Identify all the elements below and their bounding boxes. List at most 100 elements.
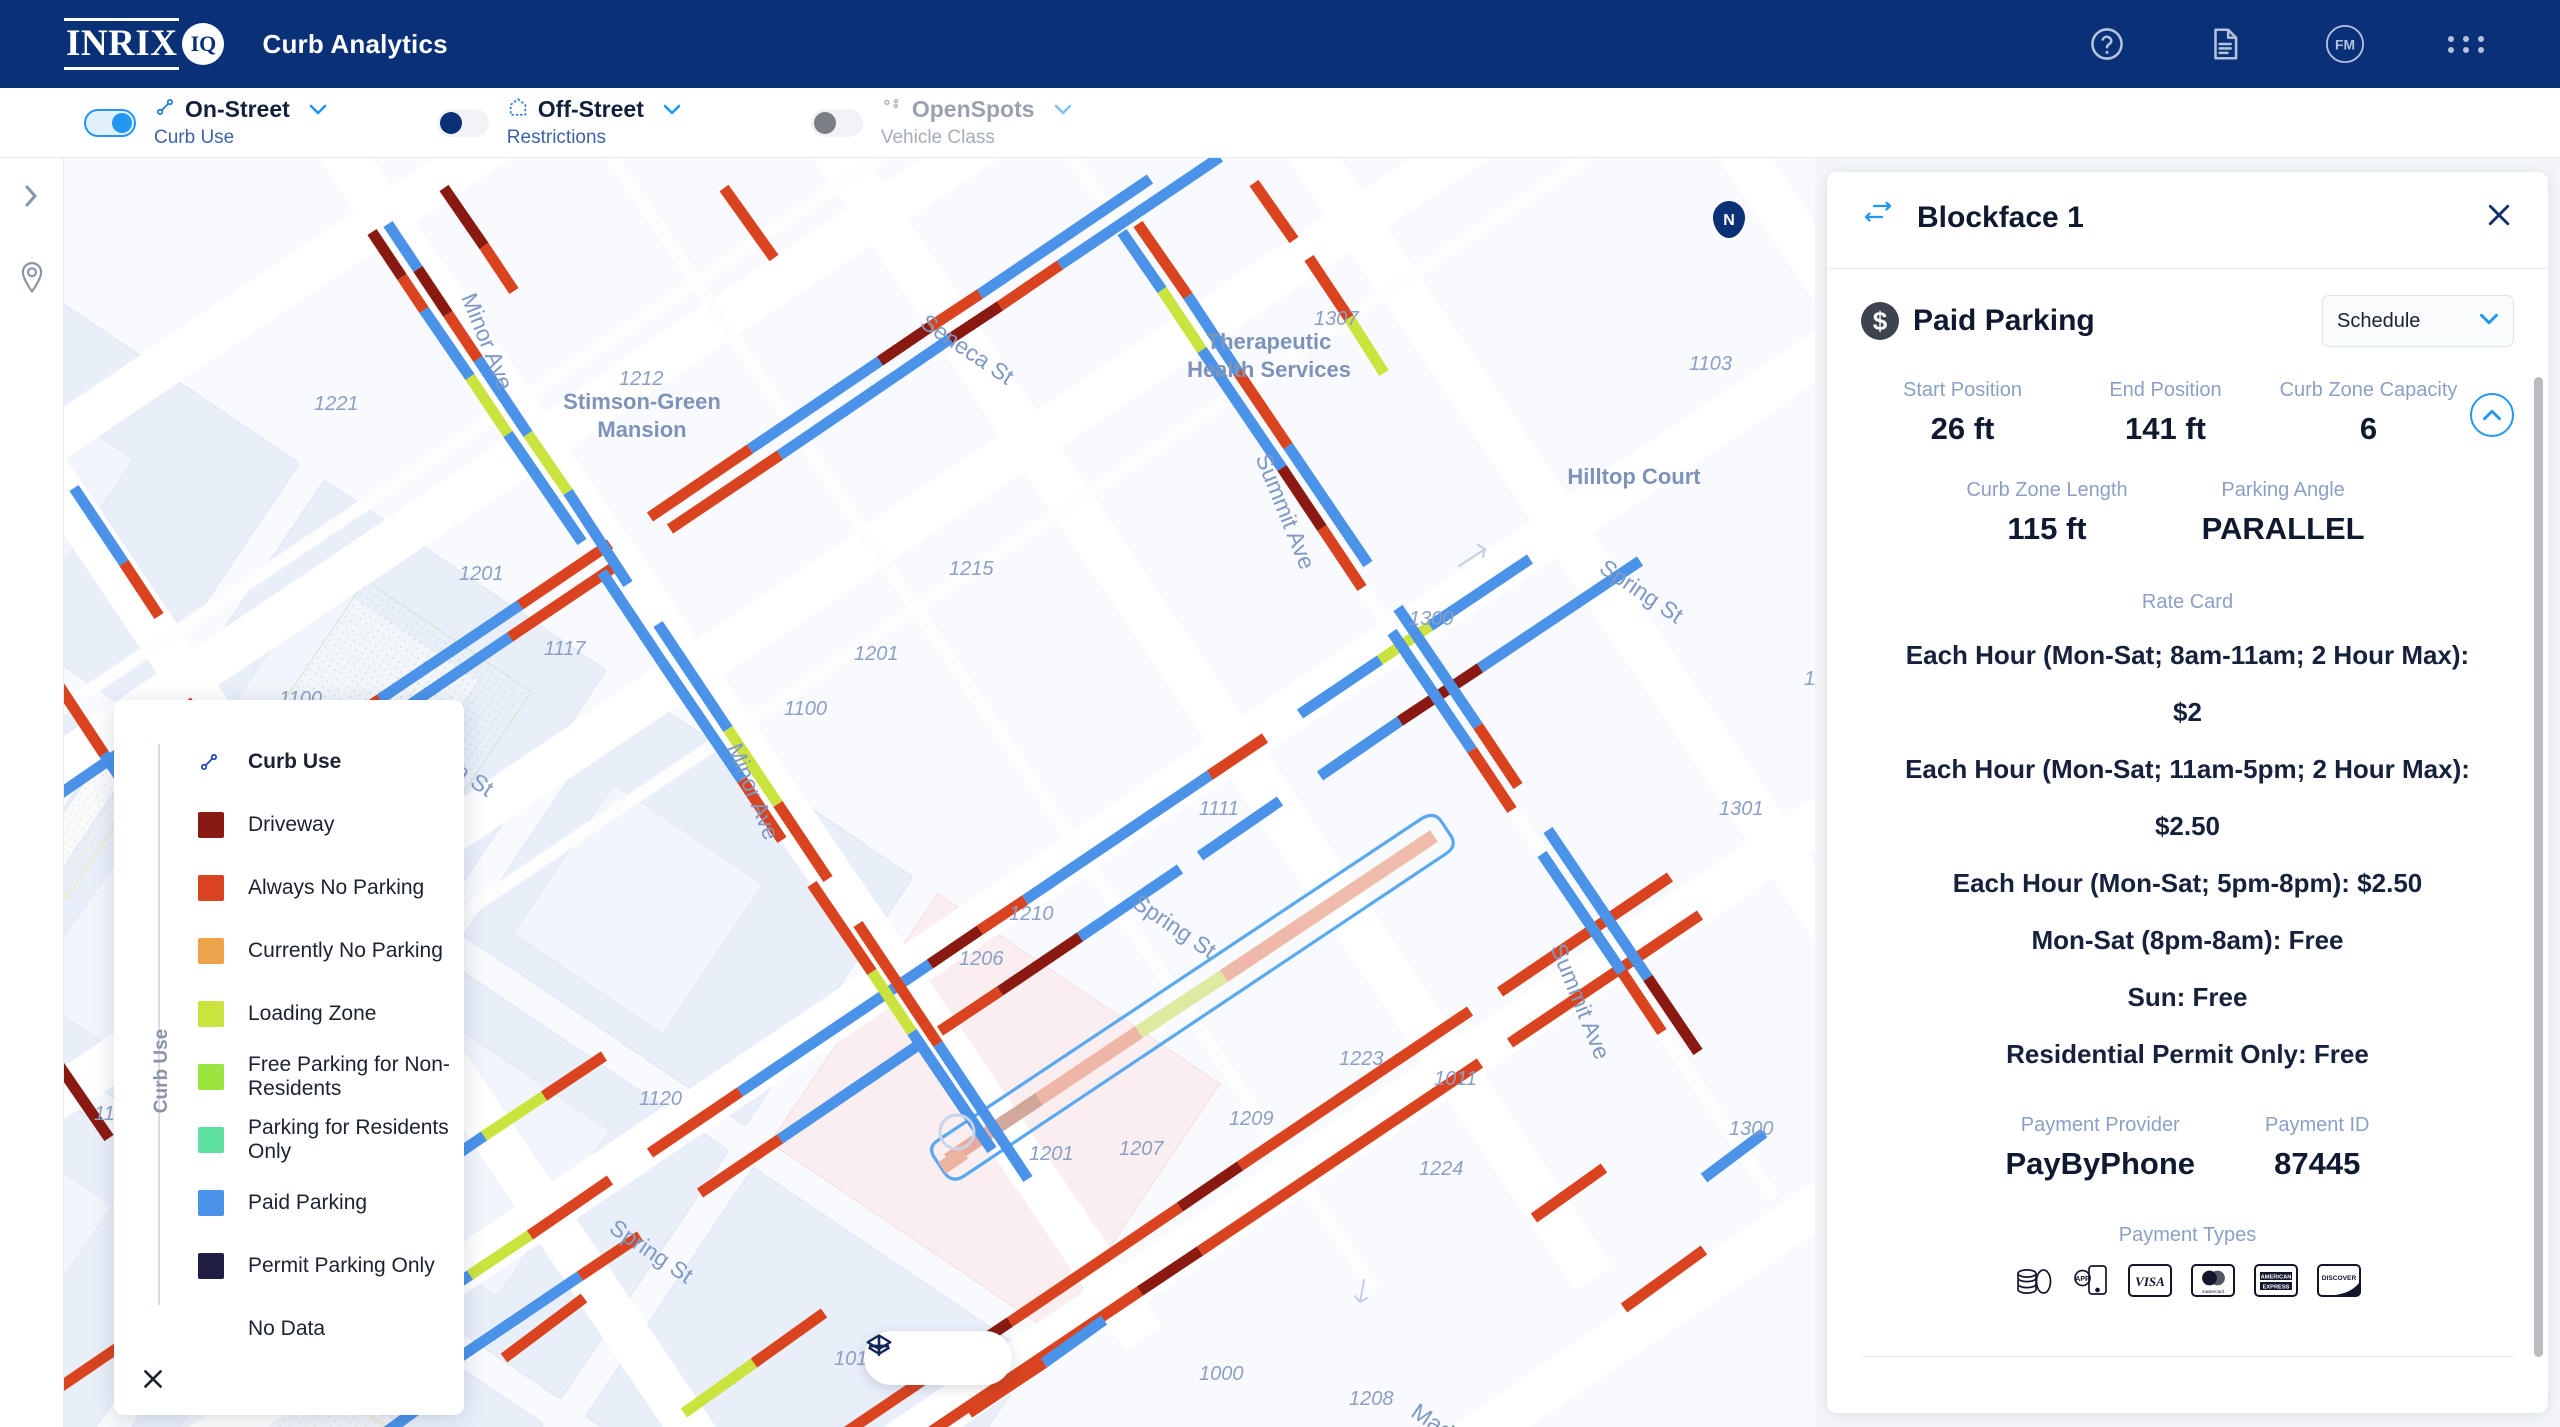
- svg-text:APP: APP: [2075, 1276, 2090, 1283]
- on-street-title: On-Street: [185, 96, 290, 122]
- mastercard-icon: mastercard: [2191, 1263, 2235, 1297]
- payment-info: Payment Provider PayByPhone Payment ID 8…: [1861, 1114, 2514, 1182]
- payment-types-label: Payment Types: [2118, 1224, 2257, 1246]
- panel-title: Blockface 1: [1917, 200, 2084, 234]
- legend-item[interactable]: Permit Parking Only: [178, 1234, 464, 1297]
- discover-icon: DISCOVER: [2317, 1263, 2361, 1297]
- legend-item[interactable]: No Data: [178, 1297, 464, 1360]
- legend-item[interactable]: Paid Parking: [178, 1171, 464, 1234]
- brand-iq-badge: IQ: [182, 23, 225, 65]
- stat-value: 141 ft: [2125, 411, 2206, 446]
- legend-item[interactable]: Free Parking for Non-Residents: [178, 1045, 464, 1108]
- panel-close-icon[interactable]: [2484, 200, 2514, 235]
- stat-label: Curb Zone Capacity: [2279, 379, 2458, 401]
- document-icon[interactable]: [2206, 25, 2244, 63]
- user-avatar-icon[interactable]: FM: [2324, 23, 2366, 65]
- stat-curb-zone-length: Curb Zone Length 115 ft: [1966, 479, 2127, 547]
- legend-item-label: Driveway: [248, 812, 335, 836]
- openspots-title: OpenSpots: [911, 96, 1035, 122]
- stat-start-position: Start Position 26 ft: [1861, 379, 2064, 447]
- legend-item[interactable]: Parking for Residents Only: [178, 1108, 464, 1171]
- stat-value: 115 ft: [2007, 511, 2087, 546]
- stat-value: 6: [2359, 411, 2378, 446]
- rate-card-line: Each Hour (Mon-Sat; 11am-5pm; 2 Hour Max…: [1905, 754, 2470, 784]
- openspots-chevron-down-icon[interactable]: [1054, 103, 1072, 121]
- top-header: INRIX IQ Curb Analytics FM: [0, 0, 2560, 88]
- off-street-chevron-down-icon[interactable]: [663, 103, 681, 121]
- legend-item[interactable]: Loading Zone: [178, 982, 464, 1045]
- stat-value: 87445: [2274, 1146, 2361, 1181]
- off-street-toggle[interactable]: [436, 108, 489, 137]
- toolbar-group-openspots: OpenSpots Vehicle Class: [810, 96, 1072, 149]
- legend-item-label: Currently No Parking: [248, 938, 443, 962]
- on-street-subtitle: Curb Use: [154, 127, 235, 148]
- svg-text:FM: FM: [2335, 37, 2355, 53]
- stat-value: PARALLEL: [2201, 511, 2365, 546]
- legend-header-row: Curb Use: [178, 730, 464, 793]
- legend-item-label: Free Parking for Non-Residents: [248, 1052, 450, 1100]
- openspots-subtitle: Vehicle Class: [880, 127, 995, 148]
- panel-body: $ Paid Parking Schedule Start Position 2…: [1827, 268, 2548, 1413]
- legend-item-label: Parking for Residents Only: [248, 1115, 449, 1163]
- openspots-icon: [881, 96, 903, 123]
- dollar-badge-icon: $: [1861, 302, 1899, 340]
- rate-card-line: Each Hour (Mon-Sat; 5pm-8pm): $2.50: [1952, 868, 2423, 898]
- stat-label: Payment Provider: [2020, 1114, 2180, 1136]
- payment-type-icon-row: APP VISA mastercard AMERICAN EXPRESS DIS…: [1861, 1263, 2514, 1297]
- brand-logo[interactable]: INRIX IQ: [64, 18, 225, 70]
- openspots-toggle[interactable]: [810, 108, 863, 137]
- legend-close-icon[interactable]: [140, 1366, 166, 1397]
- legend-item-label: Permit Parking Only: [248, 1253, 435, 1277]
- section-title: Paid Parking: [1913, 304, 2095, 337]
- app-grid-icon[interactable]: [2446, 30, 2486, 58]
- stat-label: End Position: [2109, 379, 2222, 401]
- rate-card: Rate Card Each Hour (Mon-Sat; 8am-11am; …: [1861, 591, 2514, 1070]
- svg-text:EXPRESS: EXPRESS: [2263, 1284, 2290, 1290]
- stats-row-secondary: Curb Zone Length 115 ft Parking Angle PA…: [1861, 479, 2514, 547]
- on-street-chevron-down-icon[interactable]: [309, 103, 327, 121]
- rail-expand-button[interactable]: [0, 166, 64, 226]
- legend-item[interactable]: Currently No Parking: [178, 919, 464, 982]
- legend-item-label: Paid Parking: [248, 1190, 368, 1214]
- legend-color-swatch: [198, 1252, 224, 1279]
- legend-item-label: No Data: [248, 1316, 326, 1340]
- legend-axis: Curb Use: [114, 726, 178, 1415]
- stats-row-primary: Start Position 26 ft End Position 141 ft…: [1861, 379, 2514, 447]
- legend-color-swatch: [198, 1000, 224, 1027]
- help-icon[interactable]: [2088, 25, 2126, 63]
- bidirectional-arrows-icon: [1861, 201, 1895, 233]
- mobile-app-icon: APP: [2073, 1263, 2109, 1297]
- map-pin-icon[interactable]: [0, 248, 64, 308]
- collapse-section-button[interactable]: [2470, 393, 2514, 437]
- svg-text:DISCOVER: DISCOVER: [2322, 1275, 2357, 1282]
- rate-card-line: Sun: Free: [2127, 982, 2248, 1012]
- stat-label: Payment ID: [2265, 1114, 2370, 1136]
- panel-scrollbar[interactable]: [2534, 377, 2543, 1357]
- legend-color-swatch: [198, 1189, 224, 1216]
- svg-text:N: N: [1723, 212, 1735, 229]
- stat-end-position: End Position 141 ft: [2064, 379, 2267, 447]
- map-zoom-controls: [864, 1331, 1012, 1385]
- payment-types: Payment Types APP VISA mastercard AMERIC…: [1861, 1224, 2514, 1297]
- toolbar-group-on-street: On-Street Curb Use: [84, 96, 327, 149]
- stat-label: Curb Zone Length: [1966, 479, 2128, 501]
- chevron-down-icon: [2479, 312, 2499, 331]
- rate-card-line: Each Hour (Mon-Sat; 8am-11am; 2 Hour Max…: [1905, 640, 2470, 670]
- legend-color-swatch: [198, 937, 224, 964]
- legend-item[interactable]: Driveway: [178, 793, 464, 856]
- header-icon-group: FM: [2088, 23, 2486, 65]
- legend-color-swatch: [198, 1126, 224, 1153]
- compass-north-icon[interactable]: N: [1707, 198, 1751, 242]
- rate-card-lines: Each Hour (Mon-Sat; 8am-11am; 2 Hour Max…: [1861, 640, 2514, 1070]
- legend-item[interactable]: Always No Parking: [178, 856, 464, 919]
- legend-color-swatch: [198, 811, 224, 838]
- stat-payment-provider: Payment Provider PayByPhone: [2006, 1114, 2196, 1182]
- stat-payment-id: Payment ID 87445: [2265, 1114, 2369, 1182]
- curb-use-icon: [198, 751, 224, 773]
- on-street-toggle[interactable]: [84, 108, 136, 137]
- detail-panel: Blockface 1 $ Paid Parking Schedule Star…: [1815, 158, 2560, 1427]
- schedule-select[interactable]: Schedule: [2322, 295, 2514, 347]
- left-rail: [0, 158, 64, 1427]
- rate-card-line: $2.50: [2154, 811, 2221, 841]
- visa-icon: VISA: [2128, 1263, 2172, 1297]
